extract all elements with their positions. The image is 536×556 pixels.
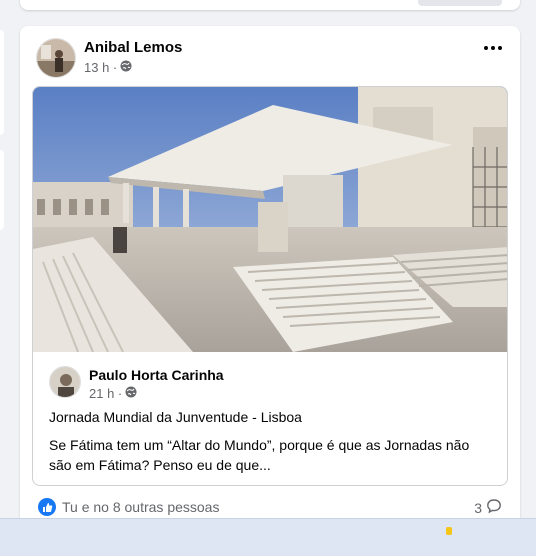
taskbar-icon[interactable]	[446, 527, 452, 535]
shared-post-meta: 21 h ·	[89, 386, 137, 401]
comments-count[interactable]: 3	[474, 498, 502, 517]
author-name[interactable]: Anibal Lemos	[84, 39, 182, 56]
globe-icon	[125, 386, 137, 401]
shared-post-text: Se Fátima tem um “Altar do Mundo”, porqu…	[49, 437, 470, 473]
shared-post-time[interactable]: 21 h ·	[89, 386, 122, 401]
post-time[interactable]: 13 h ·	[84, 60, 117, 75]
shared-author-name[interactable]: Paulo Horta Carinha	[89, 367, 224, 383]
like-icon	[38, 498, 56, 516]
left-panel-edge	[0, 30, 4, 135]
feed-post: Anibal Lemos 13 h · Paulo Horta Carinha …	[20, 26, 520, 546]
post-meta: 13 h ·	[84, 60, 132, 75]
reactions-summary[interactable]: Tu e no 8 outras pessoas	[38, 498, 219, 516]
shared-post-title: Jornada Mundial da Junventude - Lisboa	[49, 409, 302, 425]
previous-post-card	[20, 0, 520, 10]
globe-icon	[120, 60, 132, 75]
shared-author-avatar[interactable]	[49, 366, 81, 398]
previous-post-action[interactable]	[418, 0, 502, 6]
left-panel-edge	[0, 150, 4, 230]
comment-icon	[486, 498, 502, 517]
reactions-text: Tu e no 8 outras pessoas	[62, 499, 220, 515]
comments-count-value: 3	[474, 499, 482, 516]
shared-post[interactable]: Paulo Horta Carinha 21 h · Jornada Mundi…	[32, 86, 508, 486]
author-avatar[interactable]	[36, 38, 76, 78]
shared-post-image[interactable]	[33, 87, 507, 352]
more-options-icon[interactable]	[484, 46, 502, 50]
taskbar	[0, 518, 536, 556]
